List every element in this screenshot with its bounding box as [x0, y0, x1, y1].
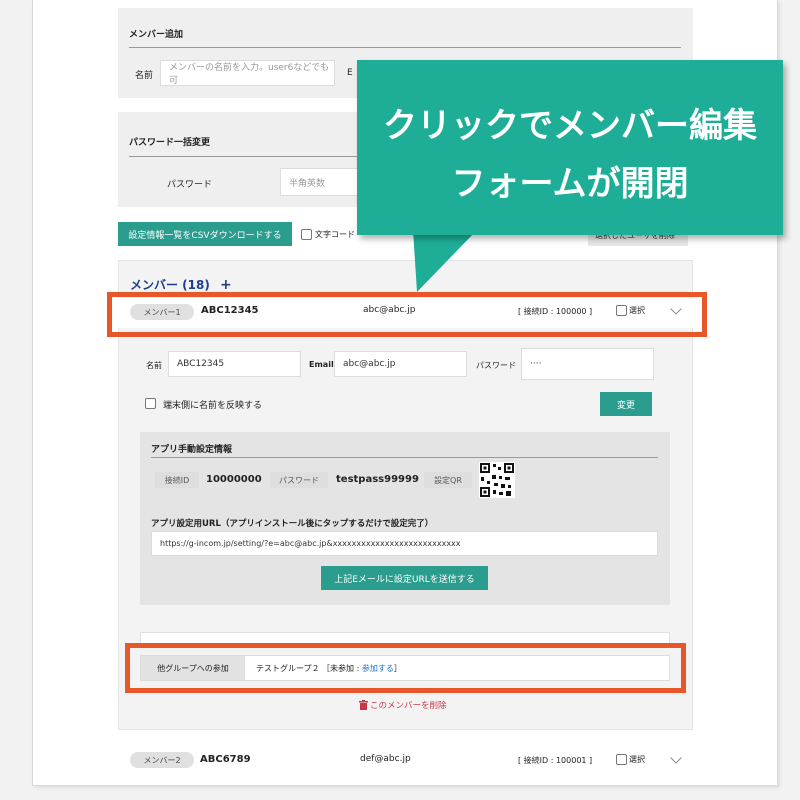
- password-bulk-title: パスワード一括変更: [129, 138, 211, 148]
- url-field[interactable]: https://g-incom.jp/setting/?e=abc@abc.jp…: [151, 531, 658, 556]
- callout-box: クリックでメンバー編集 フォームが開閉: [357, 60, 783, 235]
- add-member-name-label: 名前: [135, 71, 154, 81]
- edit-password-label: パスワード: [476, 361, 516, 370]
- highlight-member-row: [107, 292, 707, 337]
- add-member-email-label: E: [347, 68, 353, 78]
- member-conn-2: [ 接続ID : 100001 ]: [518, 756, 593, 765]
- add-member-divider: [129, 47, 681, 48]
- callout-pointer: [413, 230, 477, 292]
- member-select-checkbox-2[interactable]: [616, 754, 627, 765]
- charcode-checkbox[interactable]: [301, 229, 312, 240]
- member-tag-2: メンバー2: [130, 752, 194, 768]
- edit-email-input[interactable]: abc@abc.jp: [334, 351, 467, 377]
- plus-icon[interactable]: +: [220, 277, 232, 293]
- url-title: アプリ設定用URL（アプリインストール後にタップするだけで設定完了）: [151, 519, 434, 529]
- add-member-name-input[interactable]: メンバーの名前を入力。user6などでも可: [160, 60, 335, 86]
- edit-name-label: 名前: [146, 361, 162, 370]
- password-tag-value: testpass99999: [336, 474, 419, 485]
- conn-id-tag: 接続ID: [155, 472, 199, 488]
- password-tag: パスワード: [270, 472, 328, 488]
- csv-download-button[interactable]: 設定情報一覧をCSVダウンロードする: [118, 222, 292, 246]
- highlight-other-group: [125, 643, 686, 693]
- conn-id-value: 10000000: [206, 474, 262, 485]
- password-bulk-label: パスワード: [167, 180, 213, 190]
- send-url-button[interactable]: 上記Eメールに設定URLを送信する: [321, 566, 488, 590]
- member-select-label-2: 選択: [629, 755, 645, 764]
- member-email-2: def@abc.jp: [360, 754, 411, 764]
- edit-name-input[interactable]: ABC12345: [168, 351, 301, 377]
- qr-code-icon[interactable]: [479, 462, 515, 498]
- delete-member-link[interactable]: このメンバーを削除: [359, 699, 447, 711]
- add-member-title: メンバー追加: [129, 30, 184, 40]
- callout-line-2: フォームが開閉: [451, 164, 689, 204]
- trash-icon: [359, 700, 368, 710]
- charcode-label: 文字コード: [315, 230, 355, 239]
- qr-tag: 設定QR: [424, 472, 472, 488]
- reflect-name-checkbox[interactable]: [145, 398, 156, 409]
- edit-password-input[interactable]: ····: [521, 348, 654, 380]
- app-settings-title: アプリ手動設定情報: [151, 445, 233, 455]
- app-settings-divider: [151, 457, 658, 458]
- reflect-name-label: 端末側に名前を反映する: [163, 401, 263, 411]
- members-heading: メンバー (18) +: [130, 276, 232, 293]
- member-id-2: ABC6789: [200, 754, 251, 765]
- callout-line-1: クリックでメンバー編集: [383, 106, 757, 146]
- members-heading-text: メンバー (18): [130, 278, 210, 292]
- password-bulk-input[interactable]: 半角英数: [280, 168, 360, 196]
- edit-email-label: Email: [309, 360, 334, 369]
- delete-member-label: このメンバーを削除: [370, 701, 447, 711]
- change-button[interactable]: 変更: [600, 392, 652, 416]
